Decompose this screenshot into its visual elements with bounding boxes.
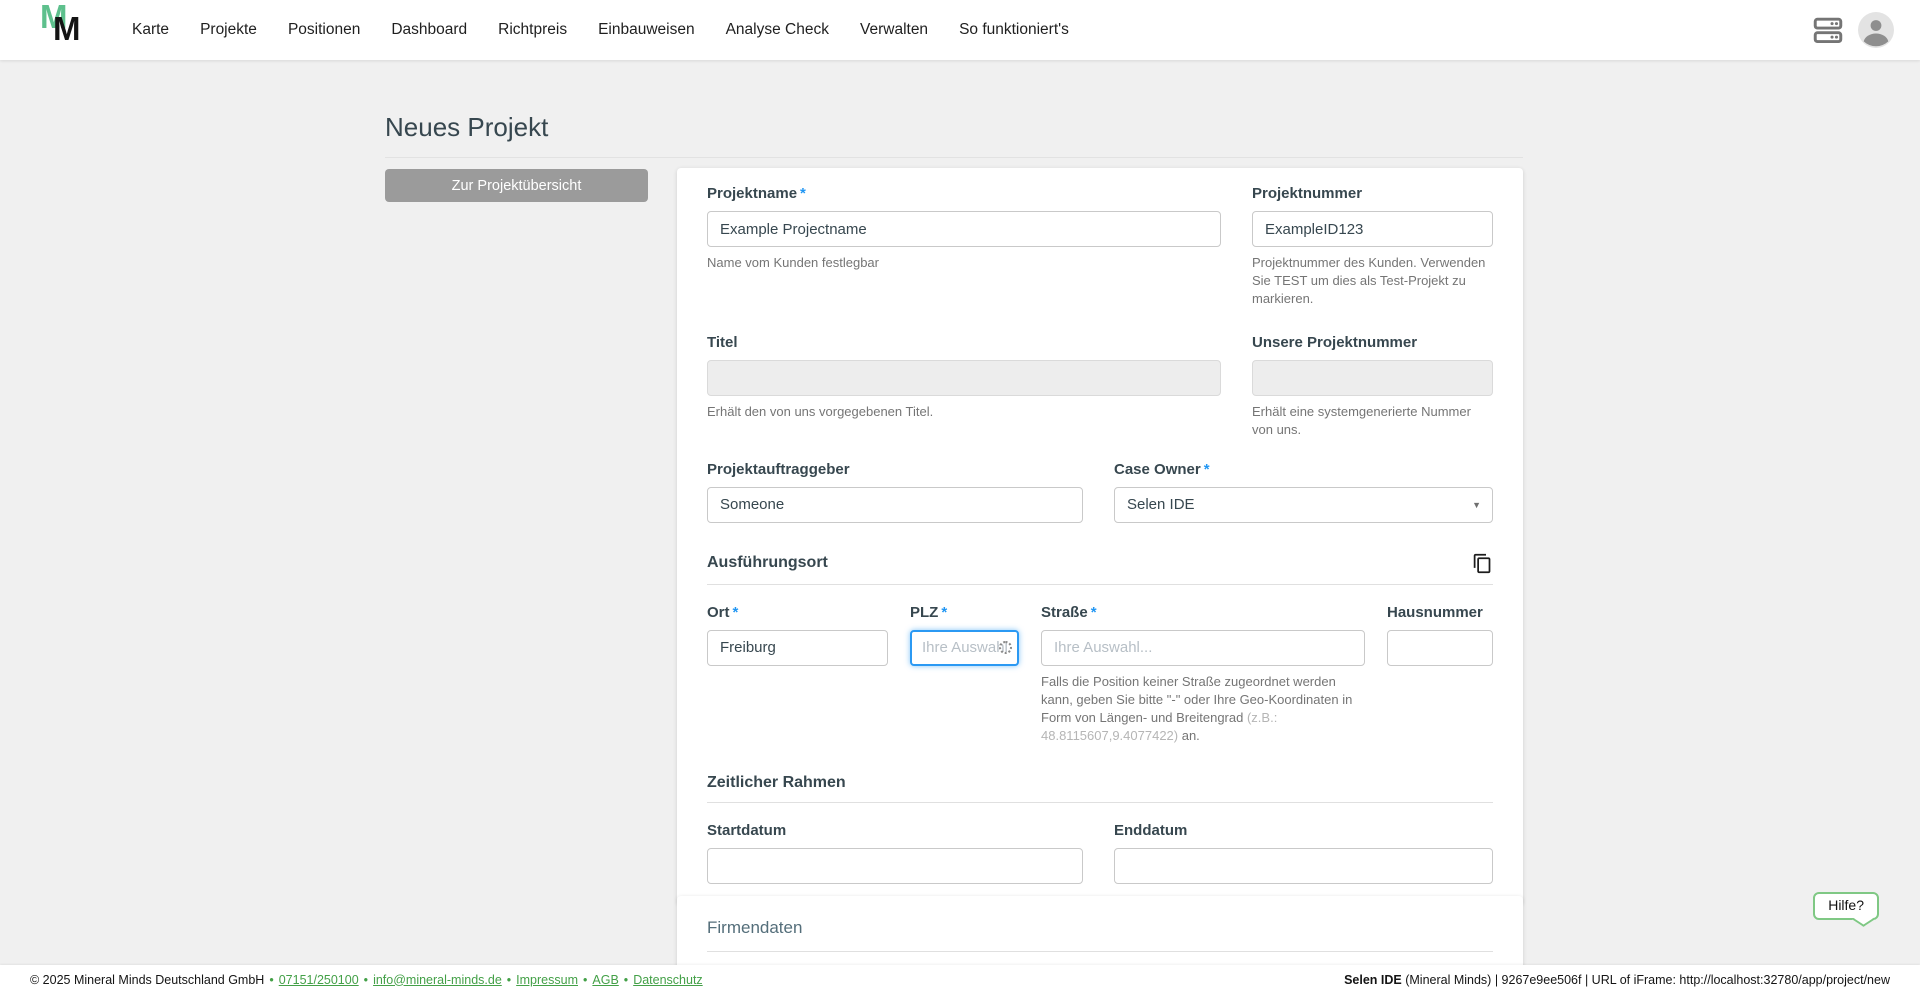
page-content: Neues Projekt Zur Projektübersicht Proje… [0, 60, 1920, 994]
footer-user-name: Selen IDE [1344, 972, 1402, 987]
project-form-card: Projektname* Name vom Kunden festlegbar … [677, 168, 1523, 905]
nav-item-karte[interactable]: Karte [132, 21, 169, 39]
nav-item-einbauweisen[interactable]: Einbauweisen [598, 21, 695, 39]
enddatum-input[interactable] [1114, 848, 1493, 885]
titel-helper: Erhält den von uns vorgegebenen Titel. [707, 403, 934, 419]
projektname-label: Projektname * [707, 185, 806, 202]
projektname-helper: Name vom Kunden festlegbar [707, 255, 879, 270]
copy-icon[interactable] [1472, 553, 1493, 574]
case-owner-value: Selen IDE [1127, 496, 1195, 514]
zur-projektuebersicht-button[interactable]: Zur Projektübersicht [385, 169, 648, 202]
field-projektnummer: Projektnummer Projektnummer des Kunden. … [1252, 185, 1493, 308]
case-owner-label: Case Owner * [1114, 460, 1210, 478]
server-icon[interactable] [1813, 17, 1843, 44]
required-asterisk: * [941, 603, 948, 621]
title-divider [385, 157, 1523, 158]
field-hausnummer: Hausnummer [1387, 604, 1493, 745]
hausnummer-input[interactable] [1387, 629, 1493, 666]
projektauftraggeber-input[interactable] [707, 486, 1083, 523]
field-enddatum: Enddatum [1114, 822, 1493, 885]
chevron-down-icon: ▼ [1472, 499, 1481, 510]
field-projektname: Projektname* Name vom Kunden festlegbar [707, 185, 1221, 308]
section-divider [707, 951, 1493, 952]
firmendaten-heading: Firmendaten [707, 918, 803, 937]
zeitlicher-rahmen-heading: Zeitlicher Rahmen [707, 774, 846, 792]
titel-label: Titel [707, 333, 738, 351]
nav-item-analyse-check[interactable]: Analyse Check [726, 21, 829, 39]
footer-left: © 2025 Mineral Minds Deutschland GmbH • … [30, 972, 703, 987]
section-divider [707, 802, 1493, 804]
spinner-icon [999, 640, 1012, 654]
nav-right-icons [1813, 12, 1894, 48]
enddatum-label: Enddatum [1114, 822, 1188, 840]
page-title: Neues Projekt [385, 112, 549, 142]
field-strasse: Straße* Falls die Position keiner Straße… [1041, 604, 1365, 745]
plz-label: PLZ * [910, 603, 948, 621]
required-asterisk: * [732, 603, 739, 621]
unsere-projektnummer-label: Unsere Projektnummer [1252, 333, 1418, 351]
mineral-minds-logo[interactable]: M M [40, 0, 98, 54]
footer-link-phone[interactable]: 07151/250100 [279, 973, 359, 987]
required-asterisk: * [800, 185, 806, 202]
section-zeitlicher-rahmen-header: Zeitlicher Rahmen [707, 774, 1493, 792]
footer-link-email[interactable]: info@mineral-minds.de [373, 973, 502, 987]
required-asterisk: * [1090, 603, 1097, 621]
copyright-text: © 2025 Mineral Minds Deutschland GmbH [30, 972, 265, 987]
top-navbar: M M Karte Projekte Positionen Dashboard … [0, 0, 1920, 60]
nav-menu: Karte Projekte Positionen Dashboard Rich… [132, 21, 1069, 39]
field-projektauftraggeber: Projektauftraggeber [707, 461, 1083, 523]
strasse-label: Straße * [1041, 603, 1097, 621]
case-owner-select[interactable]: Selen IDE ▼ [1114, 486, 1493, 523]
strasse-input[interactable] [1041, 629, 1365, 666]
hilfe-button[interactable]: Hilfe? [1813, 892, 1879, 920]
projektnummer-input[interactable] [1252, 211, 1493, 247]
projektnummer-helper: Projektnummer des Kunden. Verwenden Sie … [1252, 255, 1486, 306]
strasse-helper: Falls die Position keiner Straße zugeord… [1041, 673, 1353, 743]
nav-item-so-funktionierts[interactable]: So funktioniert's [959, 21, 1069, 39]
section-divider [707, 583, 1493, 585]
footer: © 2025 Mineral Minds Deutschland GmbH • … [0, 965, 1920, 994]
ort-input[interactable] [707, 629, 888, 666]
unsere-projektnummer-helper: Erhält eine systemgenerierte Nummer von … [1252, 403, 1471, 437]
startdatum-label: Startdatum [707, 822, 787, 840]
section-ausfuehrungsort-header: Ausführungsort [707, 553, 1493, 574]
nav-item-richtpreis[interactable]: Richtpreis [498, 21, 567, 39]
logo-letter-black: M [53, 10, 81, 47]
field-titel: Titel Erhält den von uns vorgegebenen Ti… [707, 334, 1221, 439]
avatar-icon[interactable] [1858, 12, 1894, 48]
field-ort: Ort * [707, 604, 888, 745]
footer-session-info: Selen IDE (Mineral Minds) | 9267e9ee506f… [1344, 973, 1890, 987]
unsere-projektnummer-input [1252, 359, 1493, 396]
footer-link-agb[interactable]: AGB [592, 973, 618, 987]
field-startdatum: Startdatum [707, 822, 1083, 885]
ort-label: Ort * [707, 603, 739, 621]
field-plz: PLZ * [910, 604, 1019, 745]
startdatum-input[interactable] [707, 848, 1083, 885]
footer-link-datenschutz[interactable]: Datenschutz [633, 973, 702, 987]
field-unsere-projektnummer: Unsere Projektnummer Erhält eine systemg… [1252, 334, 1493, 439]
nav-item-projekte[interactable]: Projekte [200, 21, 257, 39]
required-asterisk: * [1203, 460, 1210, 478]
titel-input [707, 359, 1221, 396]
projektauftraggeber-label: Projektauftraggeber [707, 460, 850, 478]
projektnummer-label: Projektnummer [1252, 185, 1363, 202]
nav-item-verwalten[interactable]: Verwalten [860, 21, 928, 39]
field-case-owner: Case Owner * Selen IDE ▼ [1114, 461, 1493, 523]
hausnummer-label: Hausnummer [1387, 603, 1483, 621]
footer-session-detail: (Mineral Minds) | 9267e9ee506f | URL of … [1401, 972, 1890, 987]
footer-link-impressum[interactable]: Impressum [516, 973, 578, 987]
nav-item-positionen[interactable]: Positionen [288, 21, 360, 39]
ausfuehrungsort-heading: Ausführungsort [707, 554, 828, 572]
nav-item-dashboard[interactable]: Dashboard [391, 21, 467, 39]
projektname-input[interactable] [707, 211, 1221, 247]
